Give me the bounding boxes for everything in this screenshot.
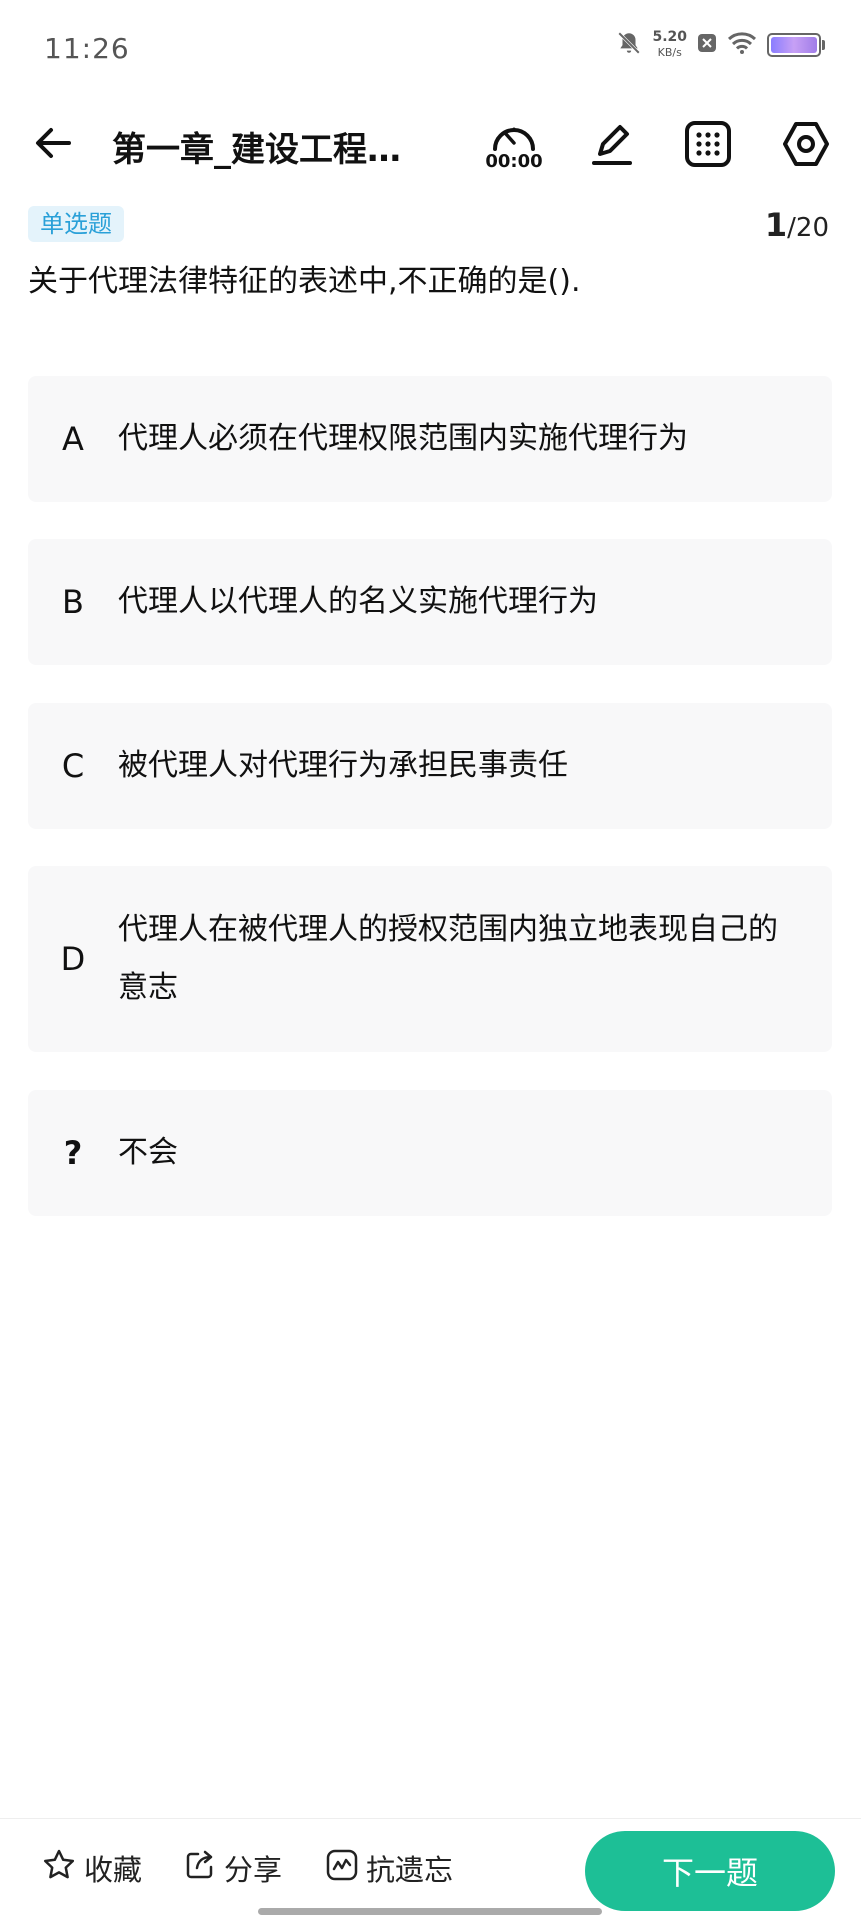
back-arrow-icon [33,123,73,167]
bottom-bar: 收藏 分享 抗遗忘 下一题 [0,1818,861,1921]
timer-text: 00:00 [485,151,543,172]
option-letter: D [60,940,86,978]
settings-button[interactable] [774,114,838,178]
question-text: 关于代理法律特征的表述中,不正确的是(). [28,264,581,299]
net-speed: 5.20 KB/s [652,30,687,60]
option-a[interactable]: A 代理人必须在代理权限范围内实施代理行为 [28,376,832,502]
option-letter: C [61,747,85,785]
question-progress: 1/20 [765,206,829,244]
net-speed-value: 5.20 [652,29,687,45]
star-icon [42,1848,76,1889]
status-icons: 5.20 KB/s [616,30,825,60]
question-type-badge: 单选题 [28,206,124,242]
option-letter: ? [63,1134,83,1172]
option-text: 代理人在被代理人的授权范围内独立地表现自己的意志 [118,912,778,1005]
option-d[interactable]: D 代理人在被代理人的授权范围内独立地表现自己的意志 [28,866,832,1052]
option-letter: A [62,420,84,458]
top-nav: 第一章_建设工程… 00:00 [0,100,861,190]
option-letter: B [62,583,84,621]
page-title: 第一章_建设工程… [112,130,401,170]
option-c[interactable]: C 被代理人对代理行为承担民事责任 [28,703,832,829]
sim-icon [697,33,717,57]
mute-bell-icon [616,30,642,60]
progress-current: 1 [764,206,788,244]
share-icon [184,1849,216,1888]
status-bar: 11:26 5.20 KB/s [0,0,861,100]
option-b[interactable]: B 代理人以代理人的名义实施代理行为 [28,539,832,665]
share-label: 分享 [224,1853,283,1887]
next-question-button[interactable]: 下一题 [585,1831,835,1911]
answer-sheet-button[interactable] [676,114,740,178]
edit-button[interactable] [580,114,644,178]
battery-icon [767,33,825,57]
timer-icon [490,121,538,155]
edit-pen-icon [588,120,636,172]
share-button[interactable]: 分享 [184,1847,282,1889]
favorite-label: 收藏 [84,1853,143,1887]
settings-hexagon-icon [781,119,831,173]
status-time: 11:26 [44,32,130,65]
home-indicator[interactable] [258,1908,602,1915]
wifi-icon [727,31,757,59]
anti-forget-button[interactable]: 抗遗忘 [326,1847,453,1889]
back-button[interactable] [28,120,78,170]
favorite-button[interactable]: 收藏 [42,1847,142,1889]
option-text: 不会 [118,1135,178,1170]
grid-icon [684,120,732,172]
anti-forget-label: 抗遗忘 [366,1853,454,1887]
option-text: 代理人必须在代理权限范围内实施代理行为 [118,421,688,456]
progress-total: /20 [787,213,829,243]
timer-button[interactable]: 00:00 [482,114,546,178]
option-text: 代理人以代理人的名义实施代理行为 [118,584,598,619]
option-dont-know[interactable]: ? 不会 [28,1090,832,1216]
chart-line-icon [326,1849,358,1888]
net-speed-unit: KB/s [657,46,682,59]
option-text: 被代理人对代理行为承担民事责任 [118,748,568,783]
